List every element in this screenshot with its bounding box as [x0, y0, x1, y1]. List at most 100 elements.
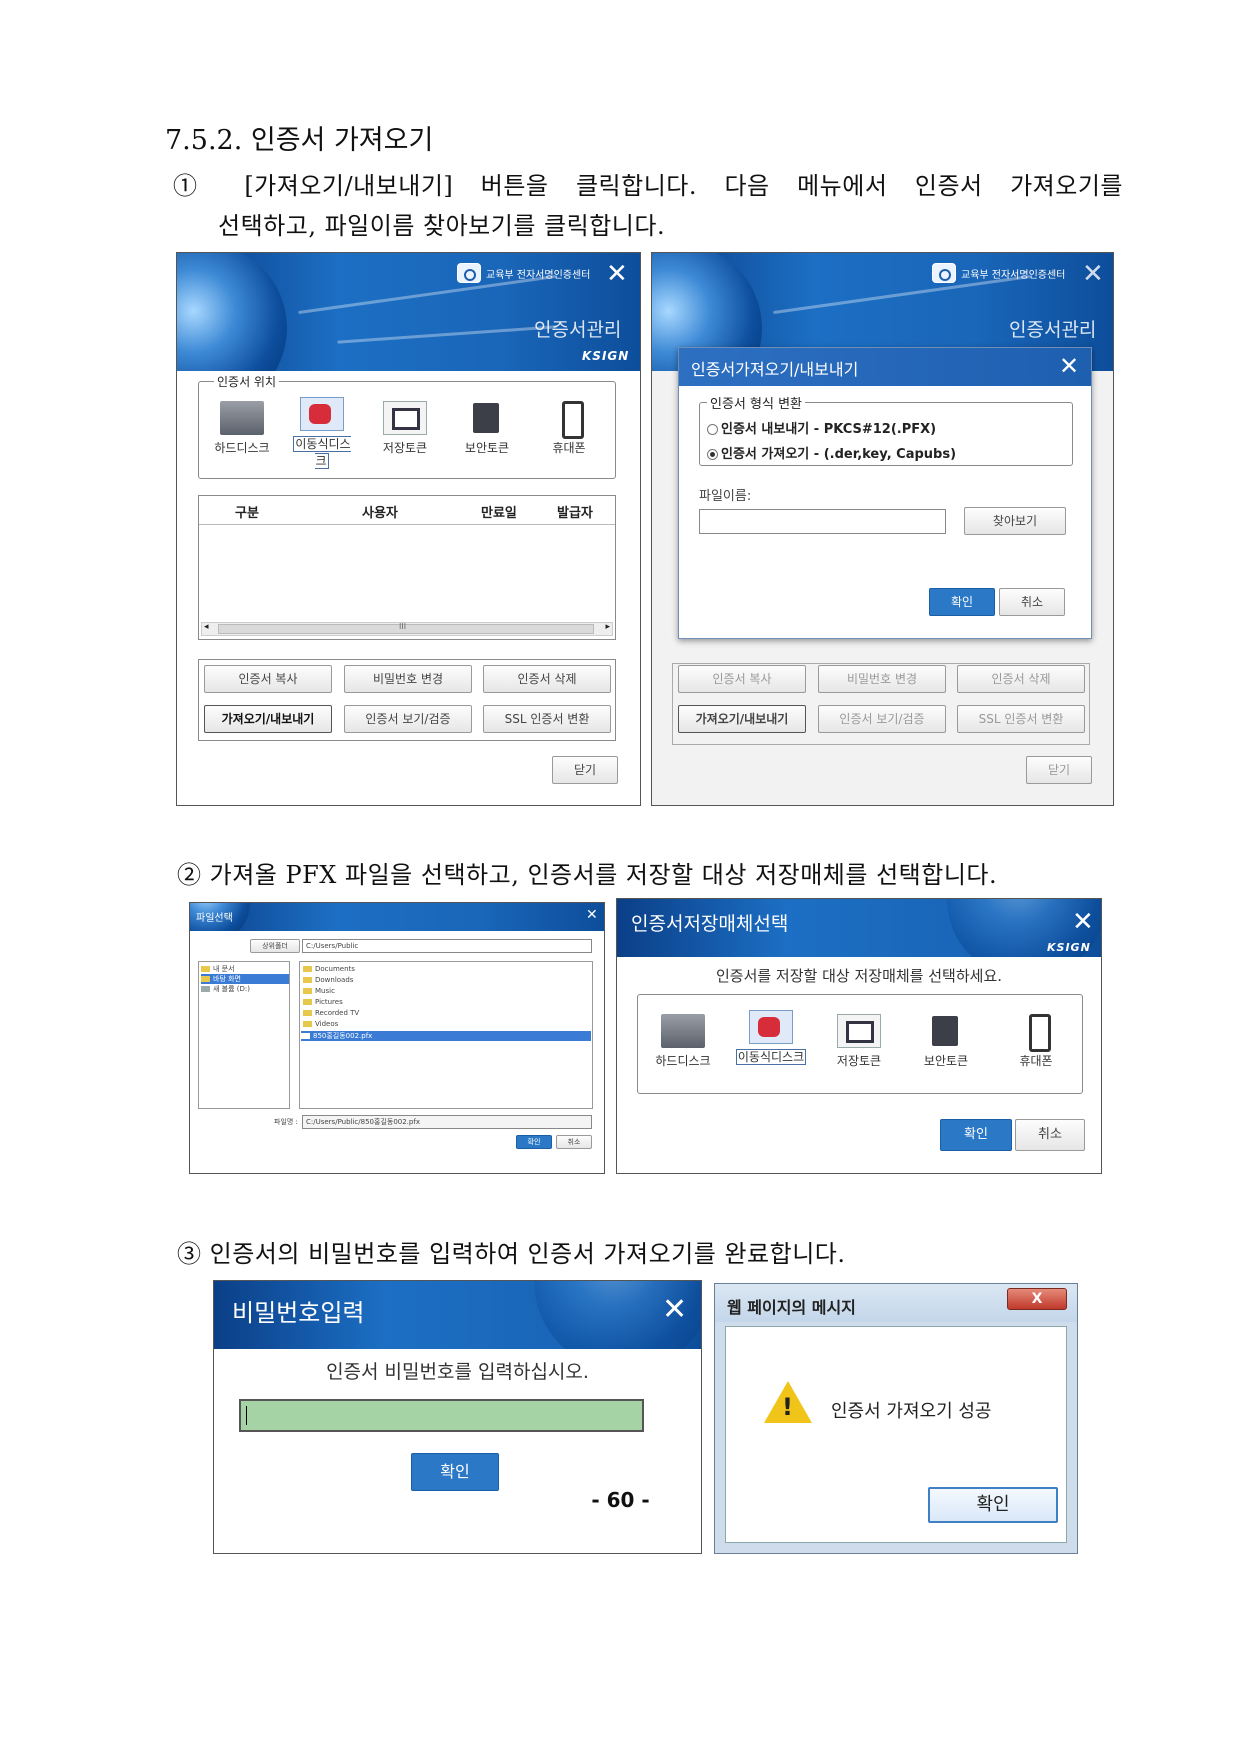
scroll-thumb[interactable]: III [218, 622, 594, 634]
scroll-left-icon[interactable]: ◂ [204, 622, 209, 632]
cancel-button[interactable]: 취소 [556, 1135, 592, 1149]
media-security-token[interactable]: 보안토큰 [914, 1014, 978, 1069]
cancel-button[interactable]: 취소 [999, 588, 1065, 616]
step1-text: ① [가져오기/내보내기] 버튼을 클릭합니다. 다음 메뉴에서 인증서 가져오… [173, 172, 1123, 200]
storage-prompt: 인증서를 저장할 대상 저장매체를 선택하세요. [715, 967, 1003, 985]
export-option[interactable]: 인증서 내보내기 - PKCS#12(.PFX) [707, 418, 936, 437]
list-item-label: Pictures [315, 998, 343, 1006]
list-item[interactable]: Recorded TV [303, 1009, 359, 1017]
close-button[interactable]: 닫기 [552, 756, 618, 784]
password-input[interactable] [239, 1399, 644, 1432]
close-icon[interactable]: ✕ [1072, 909, 1094, 935]
copy-cert-button[interactable]: 인증서 복사 [204, 665, 332, 693]
media-security-token[interactable]: 보안토큰 [455, 401, 519, 456]
storage-dialog-header: 인증서저장매체선택 ✕ KSIGN [617, 899, 1101, 957]
tree-item-label: 새 볼륨 (D:) [213, 985, 250, 993]
close-icon[interactable]: ✕ [1082, 261, 1104, 287]
brand: 교육부 전자서명인증센터 [932, 263, 1065, 283]
copy-cert-button[interactable]: 인증서 복사 [678, 665, 806, 693]
step3-text: ③ 인증서의 비밀번호를 입력하여 인증서 가져오기를 완료합니다. [177, 1240, 846, 1268]
media-hdd[interactable]: 하드디스크 [651, 1014, 715, 1069]
filename-field[interactable]: C:/Users/Public/850홍길동002.pfx [302, 1115, 592, 1129]
media-label: 이동식디스크 [735, 1049, 807, 1065]
media-hdd[interactable]: 하드디스크 [210, 401, 274, 456]
ok-button[interactable]: 확인 [929, 588, 995, 616]
view-verify-button[interactable]: 인증서 보기/검증 [344, 705, 472, 733]
delete-cert-button[interactable]: 인증서 삭제 [957, 665, 1085, 693]
scroll-grip: III [399, 622, 407, 631]
folder-icon [201, 966, 210, 972]
list-item-label: Music [315, 987, 335, 995]
radio-selected-icon[interactable] [707, 449, 718, 460]
list-item[interactable]: Music [303, 987, 335, 995]
close-icon[interactable]: ✕ [1059, 354, 1079, 378]
media-label: 저장토큰 [836, 1054, 882, 1068]
close-icon[interactable]: ✕ [606, 261, 628, 287]
cancel-button[interactable]: 취소 [1015, 1119, 1085, 1151]
browse-button[interactable]: 찾아보기 [964, 507, 1066, 535]
radio-icon[interactable] [707, 424, 718, 435]
change-password-button[interactable]: 비밀번호 변경 [818, 665, 946, 693]
media-phone[interactable]: 휴대폰 [1004, 1014, 1068, 1069]
import-option[interactable]: 인증서 가져오기 - (.der,key, Capubs) [707, 443, 956, 462]
close-button[interactable]: 닫기 [1026, 756, 1092, 784]
import-export-button[interactable]: 가져오기/내보내기 [204, 705, 332, 733]
list-item[interactable]: Videos [303, 1020, 338, 1028]
filename-label: 파일명 : [274, 1118, 298, 1126]
horizontal-scrollbar[interactable]: ◂ III ▸ [201, 622, 613, 636]
change-password-button[interactable]: 비밀번호 변경 [344, 665, 472, 693]
delete-cert-button[interactable]: 인증서 삭제 [483, 665, 611, 693]
media-usb[interactable]: 이동식디스크 [734, 1010, 808, 1065]
folder-tree: 내 문서 바탕 화면 새 볼륨 (D:) [198, 961, 290, 1109]
list-item[interactable]: Downloads [303, 976, 353, 984]
folder-icon [303, 1021, 312, 1027]
storage-dialog-title: 인증서저장매체선택 [631, 913, 789, 935]
media-phone[interactable]: 휴대폰 [537, 401, 601, 456]
list-item-selected[interactable]: 850홍길동002.pfx [301, 1031, 591, 1041]
ok-button[interactable]: 확인 [940, 1119, 1012, 1151]
up-folder-button[interactable]: 상위폴더 [250, 939, 300, 953]
list-item[interactable]: Documents [303, 965, 355, 973]
storage-token-icon [837, 1014, 881, 1048]
close-button[interactable]: X [1007, 1288, 1067, 1310]
media-label: 휴대폰 [552, 441, 586, 455]
media-label: 이동식디스크 [293, 436, 351, 469]
list-item-label: Documents [315, 965, 355, 973]
path-input[interactable]: C:/Users/Public [302, 939, 592, 953]
filename-input[interactable] [699, 509, 946, 534]
col-expiry: 만료일 [481, 506, 517, 521]
tree-item-label: 내 문서 [213, 965, 235, 973]
key-logo-icon [932, 263, 956, 283]
ssl-convert-button[interactable]: SSL 인증서 변환 [483, 705, 611, 733]
col-type: 구분 [235, 506, 259, 521]
cert-manager-window: 교육부 전자서명인증센터 ✕ 인증서관리 KSIGN 인증서 위치 하드디스크 … [176, 252, 641, 806]
message-box-title: 웹 페이지의 메시지 [727, 1298, 856, 1317]
message-text: 인증서 가져오기 성공 [831, 1401, 992, 1422]
file-dialog-title: 파일선택 [196, 913, 233, 924]
list-item[interactable]: Pictures [303, 998, 343, 1006]
tree-item-volume[interactable]: 새 볼륨 (D:) [201, 984, 250, 994]
scroll-right-icon[interactable]: ▸ [605, 622, 610, 632]
media-usb[interactable]: 이동식디스크 [290, 397, 354, 469]
mobile-phone-icon [547, 401, 591, 439]
usb-drive-icon [300, 397, 344, 431]
ksign-logo: KSIGN [582, 349, 630, 363]
tree-item-documents[interactable]: 내 문서 [201, 964, 235, 974]
storage-token-icon [383, 401, 427, 435]
view-verify-button[interactable]: 인증서 보기/검증 [818, 705, 946, 733]
window-title: 인증서관리 [534, 319, 622, 341]
ok-button[interactable]: 확인 [411, 1453, 499, 1491]
media-token[interactable]: 저장토큰 [827, 1014, 891, 1069]
hard-disk-icon [220, 401, 264, 435]
media-token[interactable]: 저장토큰 [373, 401, 437, 456]
import-export-button[interactable]: 가져오기/내보내기 [678, 705, 806, 733]
folder-icon [303, 966, 312, 972]
security-token-icon [465, 401, 509, 435]
close-icon[interactable]: ✕ [662, 1295, 687, 1325]
tree-item-desktop[interactable]: 바탕 화면 [201, 974, 289, 984]
col-issuer: 발급자 [557, 506, 593, 521]
close-icon[interactable]: ✕ [586, 908, 598, 922]
ssl-convert-button[interactable]: SSL 인증서 변환 [957, 705, 1085, 733]
ok-button[interactable]: 확인 [516, 1135, 552, 1149]
list-item-label: Recorded TV [315, 1009, 360, 1017]
